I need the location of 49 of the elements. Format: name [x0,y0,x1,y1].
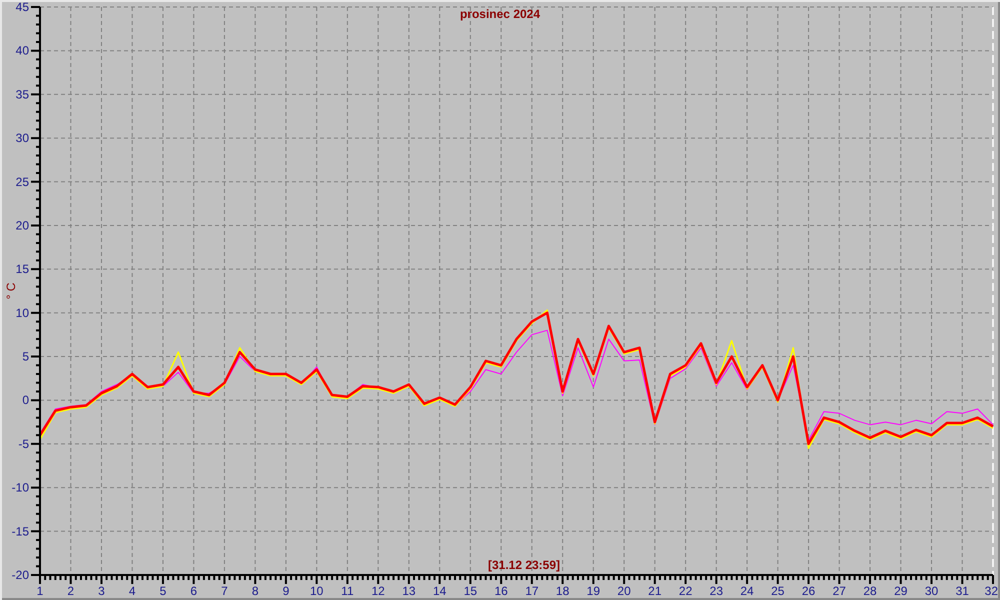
axis-label: 8 [252,584,259,598]
axis-label: 6 [190,584,198,598]
axis-label: 10 [310,584,324,598]
timestamp-label: [31.12 23:59] [488,558,560,572]
axis-label: 12 [371,584,385,598]
axis-label: 20 [617,584,631,598]
axis-label: 18 [556,584,570,598]
axis-label: 11 [341,584,354,598]
axis-label: 26 [802,584,816,598]
axis-label: 23 [710,584,723,598]
axis-label: 28 [863,584,877,598]
axis-label: 20 [16,218,29,232]
chart-title: prosinec 2024 [460,7,540,21]
axis-label: 5 [160,584,166,598]
axis-label: 13 [402,584,416,598]
axis-label: -10 [12,480,29,495]
axis-label: 45 [16,0,29,14]
axis-label: 0 [22,393,29,408]
axis-label: 10 [16,306,29,320]
axis-label: 24 [740,584,754,598]
axis-label: 1 [36,584,44,598]
axis-label: 14 [432,584,446,598]
axis-label: 5 [22,350,29,364]
axis-label: 15 [16,262,29,276]
axis-label: -15 [12,524,29,538]
axis-label: 19 [586,584,600,598]
axis-label: 32 [984,584,998,598]
axis-label: -5 [18,436,29,451]
axis-label: 29 [894,584,908,598]
axis-label: 30 [16,131,29,146]
axis-label: 22 [678,584,692,598]
axis-label: 30 [924,584,938,598]
axis-title: ° C [4,282,18,300]
axis-label: 7 [221,584,228,598]
axis-label: 40 [16,44,29,58]
axis-label: 3 [98,584,105,598]
axis-label: 21 [648,584,662,598]
axis-label: 27 [832,584,846,598]
axis-label: 25 [771,584,784,598]
axis-label: 31 [956,584,969,598]
axis-label: 15 [464,584,478,598]
axis-label: 17 [525,584,539,598]
axis-label: 4 [128,584,136,598]
axis-label: 2 [67,584,74,598]
axis-label: 35 [16,87,29,102]
axis-label: 25 [16,174,29,189]
axis-label: -20 [12,568,29,582]
axis-label: 16 [494,584,508,598]
axis-label: 9 [282,584,290,598]
